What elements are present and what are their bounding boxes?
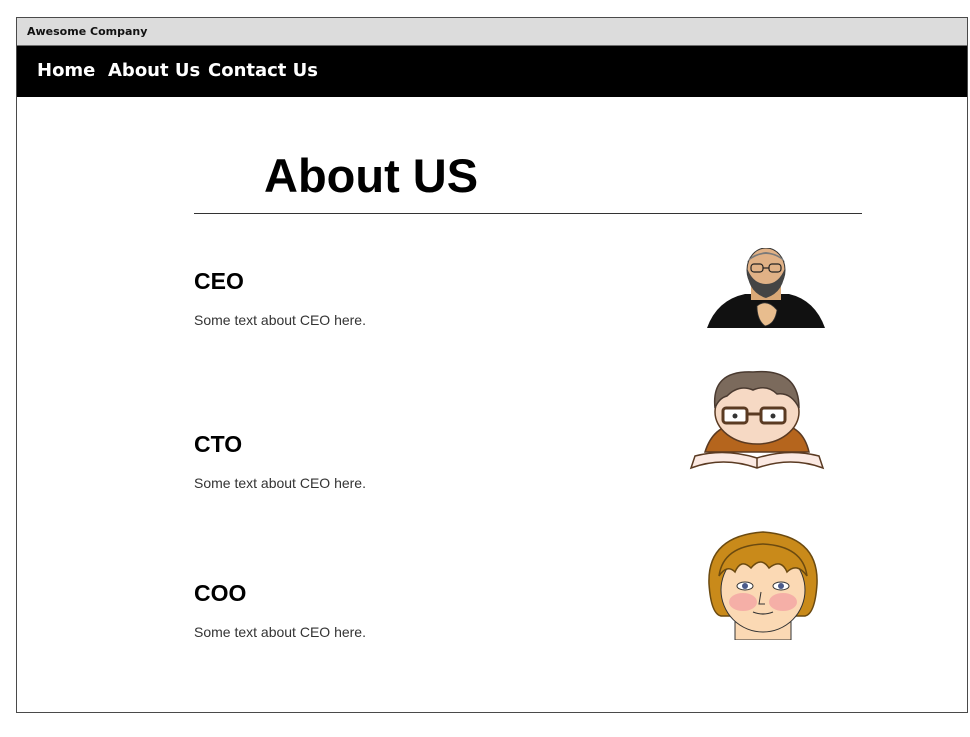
navbar: Home About Us Contact Us	[17, 46, 967, 97]
page-title: About US	[264, 149, 479, 202]
ceo-description: Some text about CEO here.	[194, 312, 366, 328]
cto-description: Some text about CEO here.	[194, 475, 366, 491]
coo-heading: COO	[194, 580, 247, 606]
bearded-man-icon	[707, 248, 825, 328]
window-titlebar: Awesome Company	[17, 18, 967, 46]
blushing-boy-face-icon	[708, 531, 818, 640]
cto-heading: CTO	[194, 431, 243, 457]
window-title: Awesome Company	[27, 25, 148, 38]
title-divider	[194, 213, 862, 214]
nav-about-link[interactable]: About Us	[108, 60, 200, 81]
browser-window: Awesome Company Home About Us Contact Us…	[16, 17, 968, 713]
coo-description: Some text about CEO here.	[194, 624, 366, 640]
nav-contact-link[interactable]: Contact Us	[208, 60, 318, 81]
boy-reading-book-icon	[689, 370, 825, 470]
nav-home-link[interactable]: Home	[37, 60, 95, 81]
ceo-heading: CEO	[194, 268, 244, 294]
